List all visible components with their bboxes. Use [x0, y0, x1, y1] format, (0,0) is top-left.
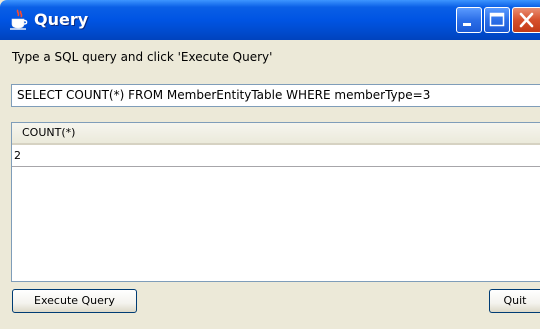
- table-cell: 2: [14, 149, 21, 162]
- maximize-button[interactable]: [484, 7, 510, 33]
- quit-button[interactable]: Quit: [489, 289, 540, 313]
- minimize-icon: [463, 23, 471, 26]
- title-bar[interactable]: Query: [0, 0, 540, 40]
- maximize-icon: [489, 12, 505, 27]
- table-row[interactable]: 2: [12, 147, 540, 167]
- column-header-count[interactable]: COUNT(*): [12, 123, 540, 145]
- window-title: Query: [34, 10, 89, 29]
- close-icon: [519, 12, 534, 28]
- execute-query-button[interactable]: Execute Query: [12, 289, 137, 313]
- java-coffee-cup-icon: [9, 9, 29, 31]
- close-button[interactable]: [512, 7, 540, 33]
- sql-query-input[interactable]: SELECT COUNT(*) FROM MemberEntityTable W…: [11, 84, 540, 107]
- minimize-button[interactable]: [456, 7, 482, 33]
- instruction-label: Type a SQL query and click 'Execute Quer…: [12, 50, 273, 64]
- query-window: Query Type a SQL query and click 'Execut…: [0, 0, 540, 329]
- results-table[interactable]: COUNT(*) 2: [11, 122, 540, 282]
